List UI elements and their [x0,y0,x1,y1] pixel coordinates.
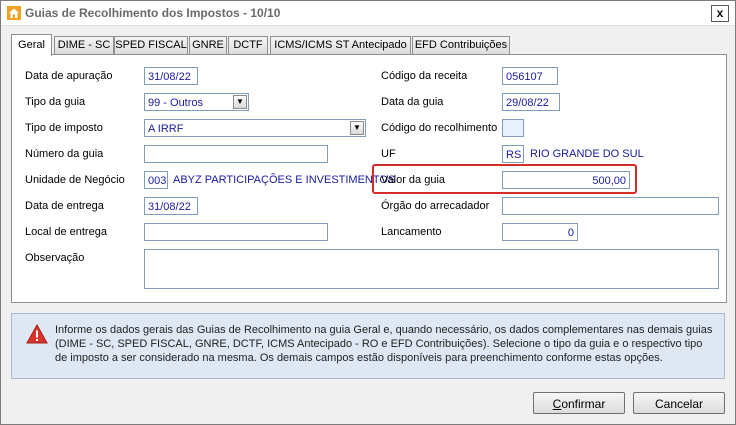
tab-efd-contribuicoes[interactable]: EFD Contribuições [412,36,510,54]
codigo-recolhimento-input[interactable] [502,119,524,137]
local-entrega-input[interactable] [144,223,328,241]
label-local-entrega: Local de entrega [25,226,107,238]
label-tipo-guia: Tipo da guia [25,96,86,108]
label-uf: UF [381,148,396,160]
label-data-guia: Data da guia [381,96,444,108]
confirm-button[interactable]: Confirmar [533,392,625,414]
label-unidade-negocio: Unidade de Negócio [25,174,125,186]
tipo-imposto-value: A IRRF [148,123,184,135]
tab-dime-sc[interactable]: DIME - SC [54,36,114,54]
label-tipo-imposto: Tipo de imposto [25,122,103,134]
chevron-down-icon[interactable]: ▼ [350,121,364,135]
label-codigo-recolhimento: Código do recolhimento [381,122,498,134]
numero-guia-input[interactable] [144,145,328,163]
label-codigo-receita: Código da receita [381,70,468,82]
label-data-apuracao: Data de apuração [25,70,113,82]
tab-dctf[interactable]: DCTF [228,36,268,54]
dialog-window: Guias de Recolhimento dos Impostos - 10/… [0,0,736,425]
house-icon [7,6,21,20]
warning-triangle-icon [26,324,48,344]
info-box: Informe os dados gerais das Guias de Rec… [11,313,725,379]
tab-icms-st[interactable]: ICMS/ICMS ST Antecipado [270,36,411,54]
uf-name: RIO GRANDE DO SUL [530,148,644,160]
title-bar[interactable]: Guias de Recolhimento dos Impostos - 10/… [1,1,735,26]
label-data-entrega: Data de entrega [25,200,104,212]
uf-input[interactable]: RS [502,145,524,163]
label-observacao: Observação [25,252,85,264]
valor-guia-highlight [372,164,637,194]
data-apuracao-input[interactable]: 31/08/22 [144,67,198,85]
label-numero-guia: Número da guia [25,148,104,160]
tab-sped-fiscal[interactable]: SPED FISCAL [114,36,188,54]
tab-geral[interactable]: Geral [11,34,52,56]
cancel-button[interactable]: Cancelar [633,392,725,414]
info-text: Informe os dados gerais das Guias de Rec… [55,324,713,364]
observacao-textarea[interactable] [144,249,719,289]
tipo-guia-value: 99 - Outros [148,97,204,109]
close-button[interactable]: x [711,5,729,22]
data-guia-input[interactable]: 29/08/22 [502,93,560,111]
orgao-arrecadador-input[interactable] [502,197,719,215]
tipo-imposto-select[interactable]: A IRRF ▼ [144,119,366,137]
data-entrega-input[interactable]: 31/08/22 [144,197,198,215]
tab-gnre[interactable]: GNRE [189,36,227,54]
label-lancamento: Lancamento [381,226,442,238]
chevron-down-icon[interactable]: ▼ [233,95,247,109]
lancamento-input[interactable]: 0 [502,223,578,241]
confirm-label: onfirmar [561,397,606,411]
window-title: Guias de Recolhimento dos Impostos - 10/… [25,6,281,20]
codigo-receita-input[interactable]: 056107 [502,67,558,85]
unidade-negocio-code-input[interactable]: 003 [144,171,168,189]
tipo-guia-select[interactable]: 99 - Outros ▼ [144,93,249,111]
label-orgao-arrecadador: Órgão do arrecadador [381,200,490,212]
unidade-negocio-name: ABYZ PARTICIPAÇÕES E INVESTIMENTOS [173,174,396,186]
